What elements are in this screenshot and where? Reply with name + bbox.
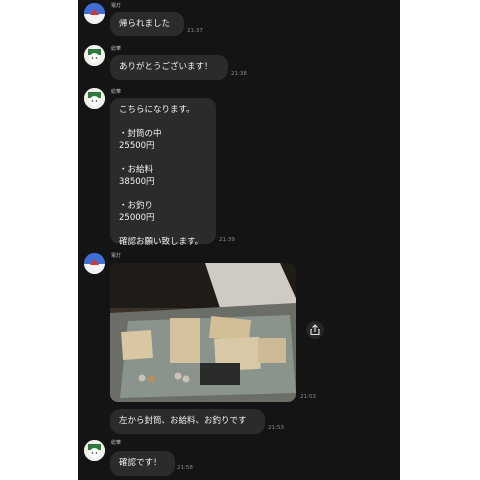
share-icon bbox=[310, 324, 320, 336]
sender-name: 電灯 bbox=[111, 253, 122, 259]
sender-name: 総華 bbox=[111, 440, 122, 446]
avatar-lamp-icon bbox=[84, 3, 105, 24]
avatar[interactable] bbox=[84, 88, 105, 109]
sender-name: 総華 bbox=[111, 89, 122, 95]
photo-time: 21:53 bbox=[300, 394, 316, 400]
message-time: 21:39 bbox=[219, 237, 235, 243]
message-bubble[interactable]: こちらになります。 ・封筒の中 25500円 ・お給料 38500円 ・お釣り … bbox=[110, 98, 216, 247]
avatar[interactable] bbox=[84, 440, 105, 461]
chat-panel: 電灯 帰られました 21:37 総華 ありがとうございます！ 21:38 総華 … bbox=[78, 0, 400, 480]
avatar-lamp-icon bbox=[84, 253, 105, 274]
sender-name: 総華 bbox=[111, 46, 122, 52]
photo-money-image bbox=[110, 263, 296, 402]
avatar-character-icon bbox=[84, 440, 105, 461]
message-time: 21:38 bbox=[231, 71, 247, 77]
message-bubble[interactable]: 左から封筒、お給料、お釣りです bbox=[110, 409, 265, 434]
sender-name: 電灯 bbox=[111, 3, 122, 9]
photo-attachment[interactable] bbox=[110, 263, 296, 402]
message-bubble[interactable]: 帰られました bbox=[110, 12, 184, 36]
message-bubble[interactable]: ありがとうございます！ bbox=[110, 55, 228, 80]
message-time: 21:37 bbox=[187, 28, 203, 34]
avatar[interactable] bbox=[84, 253, 105, 274]
message-time: 21:58 bbox=[177, 465, 193, 471]
avatar[interactable] bbox=[84, 3, 105, 24]
avatar-character-icon bbox=[84, 45, 105, 66]
message-bubble[interactable]: 確認です！ bbox=[110, 451, 175, 476]
share-button[interactable] bbox=[306, 321, 324, 339]
avatar-character-icon bbox=[84, 88, 105, 109]
avatar[interactable] bbox=[84, 45, 105, 66]
message-time: 21:53 bbox=[268, 425, 284, 431]
